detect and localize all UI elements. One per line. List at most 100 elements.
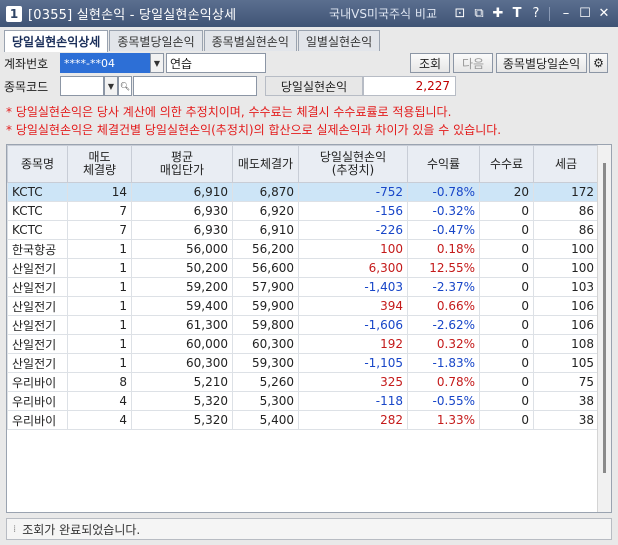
font-size-icon[interactable]: T — [509, 6, 525, 22]
col-sell-qty-cell: 7 — [67, 220, 132, 240]
copy-window-icon[interactable]: ⧉ — [471, 6, 487, 22]
col-sell-qty-cell: 4 — [67, 391, 132, 411]
tab-daily-realized-detail[interactable]: 당일실현손익상세 — [4, 30, 109, 52]
table-row[interactable]: 산일전기 1 60,000 60,300 192 0.32% 0 108 — [7, 334, 599, 354]
vertical-scrollbar[interactable] — [597, 145, 611, 512]
col-daily-pnl-header[interactable]: 당일실현손익 (추정치) — [298, 145, 408, 183]
pin-icon[interactable]: ✚ — [490, 6, 506, 22]
close-icon[interactable]: ✕ — [596, 6, 612, 22]
col-sell-qty-cell: 8 — [67, 372, 132, 392]
col-return-rate-cell: -2.37% — [407, 277, 480, 297]
col-return-rate-cell: 1.33% — [407, 410, 480, 430]
col-sell-qty-cell: 1 — [67, 353, 132, 373]
col-daily-pnl-cell: -1,606 — [298, 315, 408, 335]
col-sell-qty-header[interactable]: 매도 체결량 — [67, 145, 132, 183]
stock-code-input[interactable] — [60, 76, 104, 96]
col-tax-header[interactable]: 세금 — [533, 145, 599, 183]
col-avg-buy-price-cell: 6,930 — [131, 220, 233, 240]
table-row[interactable]: 한국항공 1 56,000 56,200 100 0.18% 0 100 — [7, 239, 599, 259]
col-tax-cell: 86 — [533, 201, 599, 221]
col-return-rate-cell: -0.55% — [407, 391, 480, 411]
account-dropdown-icon[interactable]: ▼ — [150, 53, 164, 73]
col-daily-pnl-cell: -226 — [298, 220, 408, 240]
minimize-icon[interactable]: – — [558, 6, 574, 22]
col-return-rate-cell: 0.18% — [407, 239, 480, 259]
tab-daily-by-stock[interactable]: 종목별당일손익 — [109, 30, 203, 51]
col-return-rate-cell: -0.47% — [407, 220, 480, 240]
col-tax-cell: 106 — [533, 296, 599, 316]
col-daily-pnl-cell: 394 — [298, 296, 408, 316]
help-icon[interactable]: ? — [528, 6, 544, 22]
col-sell-qty-cell: 1 — [67, 277, 132, 297]
tab-realized-by-stock[interactable]: 종목별실현손익 — [203, 30, 297, 51]
col-commission-cell: 0 — [479, 277, 534, 297]
stock-code-label: 종목코드 — [4, 79, 49, 94]
col-commission-cell: 0 — [479, 239, 534, 259]
col-tax-cell: 100 — [533, 258, 599, 278]
table-row[interactable]: 산일전기 1 61,300 59,800 -1,606 -2.62% 0 106 — [7, 315, 599, 335]
col-avg-buy-price-cell: 5,320 — [131, 391, 233, 411]
col-commission-cell: 0 — [479, 353, 534, 373]
table-row[interactable]: 우리바이 4 5,320 5,300 -118 -0.55% 0 38 — [7, 391, 599, 411]
col-stock-name-header[interactable]: 종목명 — [7, 145, 68, 183]
col-sell-price-cell: 6,910 — [232, 220, 299, 240]
col-avg-buy-price-header[interactable]: 평균 매입단가 — [131, 145, 233, 183]
header-text: 매도체결가 — [237, 156, 294, 171]
screen-split-icon[interactable]: ⊡ — [452, 6, 468, 22]
tab-daily-realized[interactable]: 일별실현손익 — [297, 30, 381, 51]
col-sell-price-cell: 57,900 — [232, 277, 299, 297]
compare-link[interactable]: 국내VS미국주식 비교 — [329, 5, 437, 22]
by-stock-button[interactable]: 종목별당일손익 — [496, 53, 587, 73]
col-stock-name-cell: KCTC — [7, 182, 68, 202]
col-return-rate-cell: 0.66% — [407, 296, 480, 316]
search-button[interactable]: 조회 — [410, 53, 450, 73]
col-tax-cell: 106 — [533, 315, 599, 335]
col-sell-price-cell: 59,900 — [232, 296, 299, 316]
col-sell-price-cell: 56,200 — [232, 239, 299, 259]
col-tax-cell: 105 — [533, 353, 599, 373]
next-button[interactable]: 다음 — [453, 53, 493, 73]
table-row[interactable]: 우리바이 4 5,320 5,400 282 1.33% 0 38 — [7, 410, 599, 430]
table-row[interactable]: 산일전기 1 50,200 56,600 6,300 12.55% 0 100 — [7, 258, 599, 278]
col-avg-buy-price-cell: 6,930 — [131, 201, 233, 221]
header-text: (추정치) — [331, 163, 375, 177]
col-avg-buy-price-cell: 5,210 — [131, 372, 233, 392]
col-stock-name-cell: 산일전기 — [7, 277, 68, 297]
col-daily-pnl-cell: -1,105 — [298, 353, 408, 373]
tab-strip: 당일실현손익상세 종목별당일손익 종목별실현손익 일별실현손익 — [4, 30, 381, 52]
col-return-rate-header[interactable]: 수익률 — [407, 145, 480, 183]
table-row[interactable]: 산일전기 1 59,200 57,900 -1,403 -2.37% 0 103 — [7, 277, 599, 297]
header-text: 세금 — [554, 156, 578, 171]
col-return-rate-cell: -0.78% — [407, 182, 480, 202]
col-stock-name-cell: 산일전기 — [7, 353, 68, 373]
col-commission-header[interactable]: 수수료 — [479, 145, 534, 183]
col-tax-cell: 38 — [533, 391, 599, 411]
settings-gear-icon[interactable]: ⚙ — [589, 53, 608, 73]
status-grip-icon: ⁞ — [13, 523, 17, 535]
table-row[interactable]: KCTC 14 6,910 6,870 -752 -0.78% 20 172 — [7, 182, 599, 202]
stock-search-icon[interactable]: 🔍︎ — [118, 76, 132, 96]
col-sell-price-cell: 59,300 — [232, 353, 299, 373]
scrollbar-thumb[interactable] — [603, 163, 606, 473]
col-tax-cell: 86 — [533, 220, 599, 240]
daily-realized-label: 당일실현손익 — [265, 76, 363, 96]
col-sell-qty-cell: 14 — [67, 182, 132, 202]
stock-name-field — [133, 76, 257, 96]
col-commission-cell: 0 — [479, 410, 534, 430]
col-sell-price-header[interactable]: 매도체결가 — [232, 145, 299, 183]
col-tax-cell: 75 — [533, 372, 599, 392]
col-return-rate-cell: 0.78% — [407, 372, 480, 392]
col-daily-pnl-cell: 100 — [298, 239, 408, 259]
stock-dropdown-icon[interactable]: ▼ — [104, 76, 118, 96]
table-row[interactable]: KCTC 7 6,930 6,920 -156 -0.32% 0 86 — [7, 201, 599, 221]
table-row[interactable]: 산일전기 1 60,300 59,300 -1,105 -1.83% 0 105 — [7, 353, 599, 373]
col-sell-price-cell: 56,600 — [232, 258, 299, 278]
col-sell-qty-cell: 1 — [67, 315, 132, 335]
account-number-input[interactable]: ****-**04 — [60, 53, 150, 73]
maximize-icon[interactable]: ☐ — [577, 6, 593, 22]
table-row[interactable]: 우리바이 8 5,210 5,260 325 0.78% 0 75 — [7, 372, 599, 392]
col-sell-qty-cell: 1 — [67, 239, 132, 259]
table-row[interactable]: KCTC 7 6,930 6,910 -226 -0.47% 0 86 — [7, 220, 599, 240]
table-row[interactable]: 산일전기 1 59,400 59,900 394 0.66% 0 106 — [7, 296, 599, 316]
col-tax-cell: 108 — [533, 334, 599, 354]
